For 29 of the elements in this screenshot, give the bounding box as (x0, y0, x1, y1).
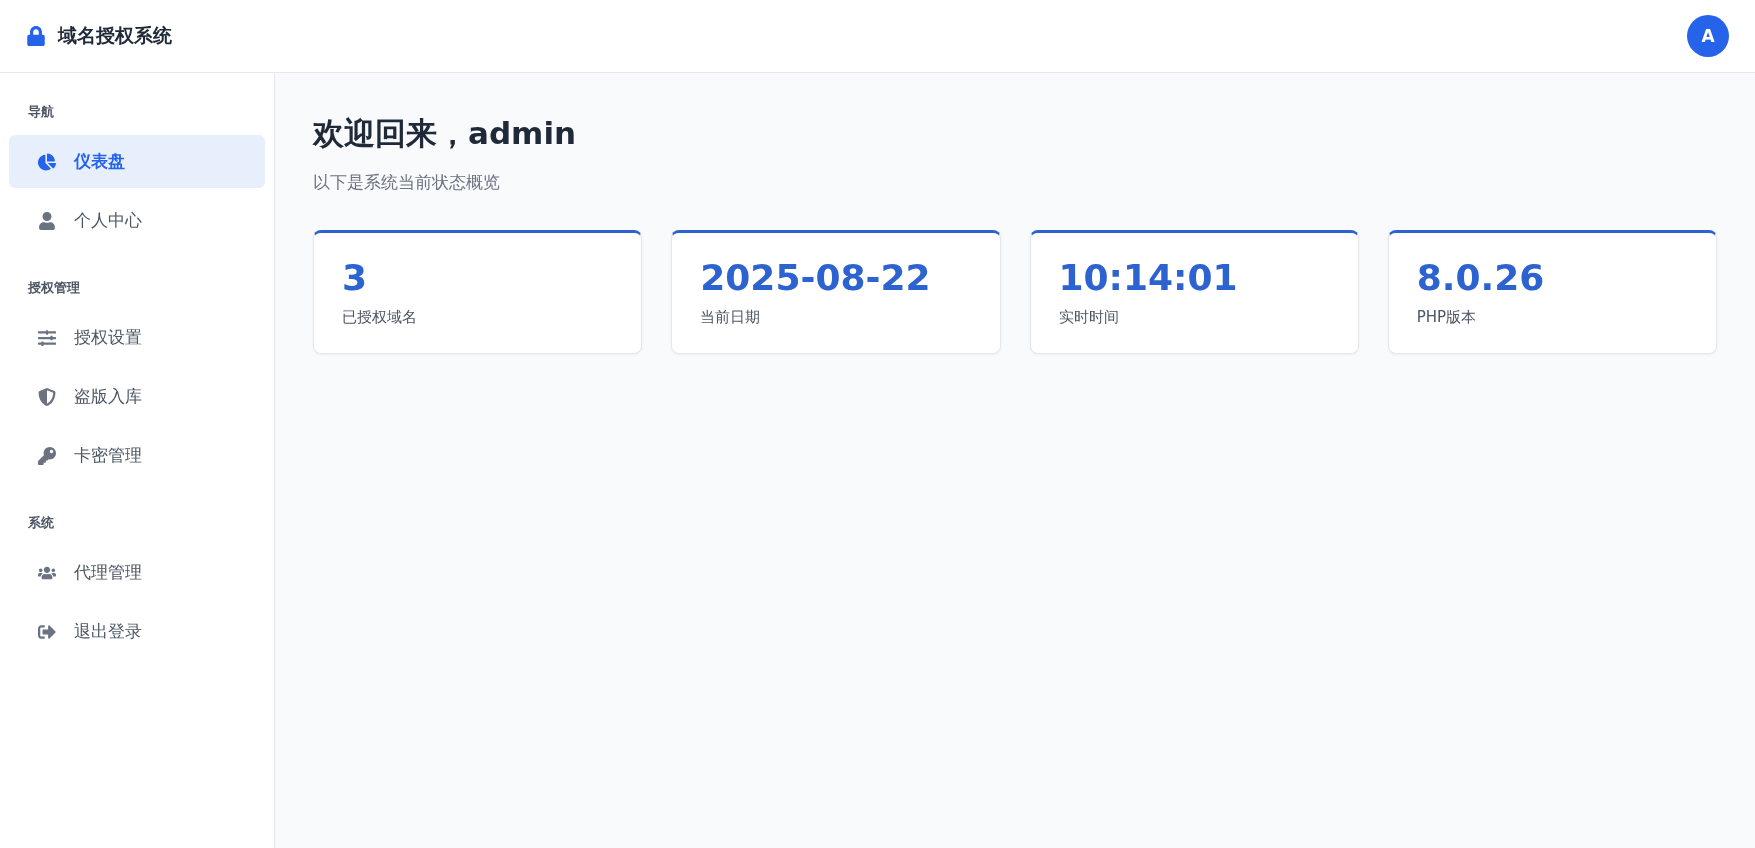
app-title: 域名授权系统 (58, 23, 172, 48)
page-title: 欢迎回来，admin (313, 114, 577, 153)
nav-item[interactable]: 个人中心 (9, 194, 265, 247)
lock-icon (26, 26, 46, 46)
stat-label: PHP版本 (1416, 308, 1477, 327)
section-heading: 导航 (27, 103, 55, 121)
section-heading: 系统 (27, 514, 55, 532)
stat-label: 实时时间 (1058, 308, 1119, 327)
section-heading: 授权管理 (27, 279, 81, 297)
stat-value: 8.0.26 (1416, 257, 1545, 298)
nav-item[interactable]: 代理管理 (9, 546, 265, 599)
shield-icon (38, 387, 56, 406)
stat-label: 当前日期 (700, 308, 761, 327)
key-icon (38, 446, 56, 465)
nav-item[interactable]: 仪表盘 (9, 135, 265, 188)
pie-chart-icon (38, 152, 56, 171)
stat-label: 已授权域名 (342, 308, 417, 327)
user-icon (38, 211, 56, 230)
nav-item[interactable]: 退出登录 (9, 605, 265, 658)
nav-item[interactable]: 授权设置 (9, 311, 265, 364)
page-subtitle: 以下是系统当前状态概览 (313, 171, 501, 194)
nav-item[interactable]: 盗版入库 (9, 370, 265, 423)
stat-value: 10:14:01 (1058, 257, 1238, 298)
nav-item[interactable]: 卡密管理 (9, 429, 265, 482)
stat-value: 2025-08-22 (700, 257, 931, 298)
sliders-icon (38, 328, 56, 347)
stat-value: 3 (342, 257, 368, 298)
logout-icon (38, 622, 56, 641)
avatar[interactable]: A (1687, 15, 1729, 57)
